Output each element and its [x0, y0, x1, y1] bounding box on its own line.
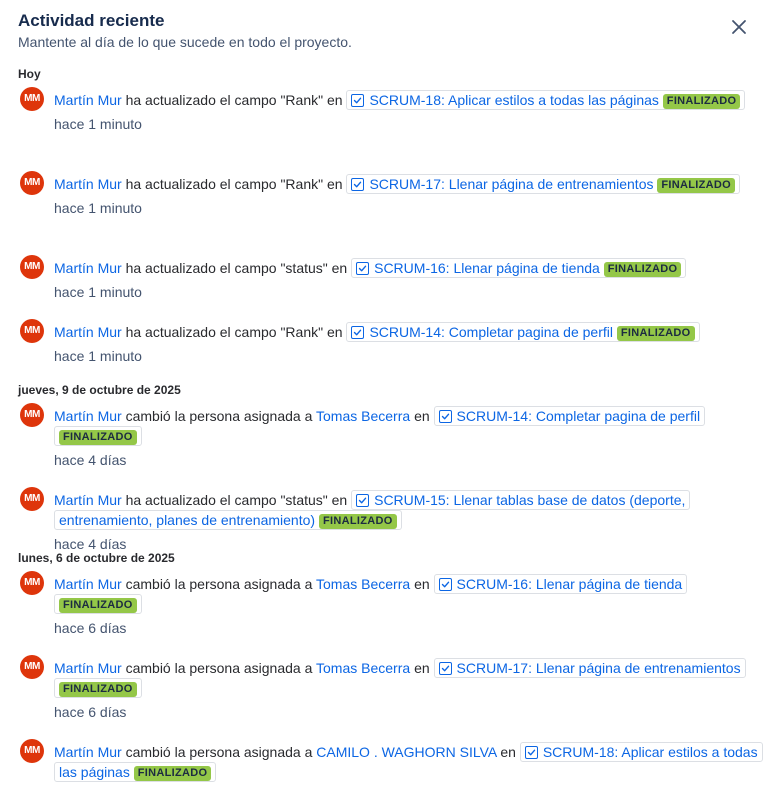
avatar[interactable]: MM: [20, 171, 44, 195]
avatar[interactable]: MM: [20, 255, 44, 279]
activity-item: MM Martín Mur cambió la persona asignada …: [18, 652, 758, 736]
status-badge: FINALIZADO: [616, 326, 695, 341]
checkbox-icon: [351, 94, 365, 107]
activity-text: Martín Mur cambió la persona asignada a …: [54, 652, 758, 698]
activity-item: MM Martín Mur cambió la persona asignada …: [18, 568, 758, 652]
status-badge: FINALIZADO: [59, 598, 137, 613]
avatar[interactable]: MM: [20, 655, 44, 679]
timestamp: hace 1 minuto: [54, 200, 142, 216]
issue-title: SCRUM-16: Llenar página de tienda: [374, 260, 600, 276]
timestamp: hace 4 días: [54, 536, 127, 552]
user-link[interactable]: Martín Mur: [54, 744, 122, 760]
action-text: cambió la persona asignada a: [125, 744, 313, 760]
assignee-link[interactable]: Tomas Becerra: [316, 660, 410, 676]
action-text: cambió la persona asignada a: [125, 408, 313, 424]
user-link[interactable]: Martín Mur: [54, 92, 122, 108]
timestamp: hace 6 días: [54, 620, 127, 636]
activity-item: MM Martín Mur ha actualizado el campo "st…: [18, 252, 758, 316]
assignee-link[interactable]: Tomas Becerra: [316, 576, 410, 592]
action-text: ha actualizado el campo "status" en: [125, 492, 348, 508]
timestamp: hace 6 días: [54, 704, 127, 720]
issue-title: SCRUM-17: Llenar página de entrenamiento…: [456, 660, 741, 676]
status-badge: FINALIZADO: [603, 262, 682, 277]
panel-subtitle: Mantente al día de lo que sucede en todo…: [18, 34, 352, 50]
activity-item: MM Martín Mur ha actualizado el campo "Ra…: [18, 316, 758, 380]
action-text: ha actualizado el campo "status" en: [125, 260, 348, 276]
status-badge: FINALIZADO: [59, 430, 137, 445]
action-text: ha actualizado el campo "Rank" en: [125, 92, 343, 108]
checkbox-icon: [438, 662, 452, 675]
user-link[interactable]: Martín Mur: [54, 492, 122, 508]
status-badge: FINALIZADO: [59, 682, 137, 697]
status-badge: FINALIZADO: [662, 94, 741, 109]
issue-title: SCRUM-14: Completar pagina de perfil: [456, 408, 701, 424]
activity-item: MM Martín Mur ha actualizado el campo "Ra…: [18, 84, 758, 168]
avatar[interactable]: MM: [20, 487, 44, 511]
issue-link[interactable]: SCRUM-16: Llenar página de tienda FINALI…: [351, 258, 687, 278]
activity-text: Martín Mur cambió la persona asignada a …: [54, 736, 763, 782]
user-link[interactable]: Martín Mur: [54, 576, 122, 592]
activity-item: MM Martín Mur cambió la persona asignada …: [18, 400, 758, 484]
activity-text: Martín Mur ha actualizado el campo "Rank…: [54, 316, 758, 342]
issue-link[interactable]: SCRUM-14: Completar pagina de perfil FIN…: [346, 322, 700, 342]
action-text: cambió la persona asignada a: [125, 660, 313, 676]
status-badge: FINALIZADO: [318, 514, 397, 529]
checkbox-icon: [351, 326, 365, 339]
avatar[interactable]: MM: [20, 87, 44, 111]
user-link[interactable]: Martín Mur: [54, 660, 122, 676]
activity-text: Martín Mur ha actualizado el campo "Rank…: [54, 168, 758, 194]
panel-header: Actividad reciente Mantente al día de lo…: [18, 10, 352, 52]
issue-title: SCRUM-16: Llenar página de tienda: [456, 576, 683, 592]
timestamp: hace 4 días: [54, 452, 127, 468]
action-text-suffix: en: [414, 408, 430, 424]
recent-activity-panel: Actividad reciente Mantente al día de lo…: [0, 0, 763, 788]
activity-item: MM Martín Mur ha actualizado el campo "Ra…: [18, 168, 758, 252]
checkbox-icon: [356, 494, 370, 507]
avatar[interactable]: MM: [20, 319, 44, 343]
issue-title: SCRUM-17: Llenar página de entrenamiento…: [369, 176, 654, 192]
group-date-label: jueves, 9 de octubre de 2025: [18, 383, 181, 397]
action-text: cambió la persona asignada a: [125, 576, 313, 592]
action-text-suffix: en: [500, 744, 516, 760]
timestamp: hace 1 minuto: [54, 284, 142, 300]
checkbox-icon: [524, 746, 538, 759]
issue-link[interactable]: SCRUM-18: Aplicar estilos a todas las pá…: [346, 90, 746, 110]
avatar[interactable]: MM: [20, 403, 44, 427]
action-text-suffix: en: [414, 576, 430, 592]
checkbox-icon: [351, 178, 365, 191]
close-button[interactable]: [728, 16, 750, 38]
issue-title: SCRUM-14: Completar pagina de perfil: [369, 324, 613, 340]
checkbox-icon: [438, 578, 452, 591]
assignee-link[interactable]: CAMILO . WAGHORN SILVA: [316, 744, 496, 760]
user-link[interactable]: Martín Mur: [54, 260, 122, 276]
activity-text: Martín Mur cambió la persona asignada a …: [54, 400, 758, 446]
activity-feed: Hoy MM Martín Mur ha actualizado el campo …: [18, 64, 763, 796]
activity-text: Martín Mur cambió la persona asignada a …: [54, 568, 758, 614]
avatar[interactable]: MM: [20, 739, 44, 763]
action-text: ha actualizado el campo "Rank" en: [125, 176, 343, 192]
checkbox-icon: [438, 410, 452, 423]
issue-title: SCRUM-18: Aplicar estilos a todas las pá…: [369, 92, 659, 108]
action-text: ha actualizado el campo "Rank" en: [125, 324, 343, 340]
activity-text: Martín Mur ha actualizado el campo "stat…: [54, 252, 758, 278]
timestamp: hace 1 minuto: [54, 348, 142, 364]
assignee-link[interactable]: Tomas Becerra: [316, 408, 410, 424]
avatar[interactable]: MM: [20, 571, 44, 595]
status-badge: FINALIZADO: [657, 178, 735, 193]
activity-item: MM Martín Mur cambió la persona asignada …: [18, 736, 763, 796]
panel-title: Actividad reciente: [18, 11, 165, 30]
activity-text: Martín Mur ha actualizado el campo "stat…: [54, 484, 758, 530]
activity-text: Martín Mur ha actualizado el campo "Rank…: [54, 84, 758, 110]
activity-item: MM Martín Mur ha actualizado el campo "st…: [18, 484, 758, 552]
user-link[interactable]: Martín Mur: [54, 176, 122, 192]
group-date-label: Hoy: [18, 67, 41, 81]
checkbox-icon: [356, 262, 370, 275]
action-text-suffix: en: [414, 660, 430, 676]
issue-link[interactable]: SCRUM-17: Llenar página de entrenamiento…: [346, 174, 740, 194]
status-badge: FINALIZADO: [133, 766, 212, 781]
user-link[interactable]: Martín Mur: [54, 324, 122, 340]
user-link[interactable]: Martín Mur: [54, 408, 122, 424]
timestamp: hace 1 minuto: [54, 116, 142, 132]
close-icon: [732, 20, 746, 34]
